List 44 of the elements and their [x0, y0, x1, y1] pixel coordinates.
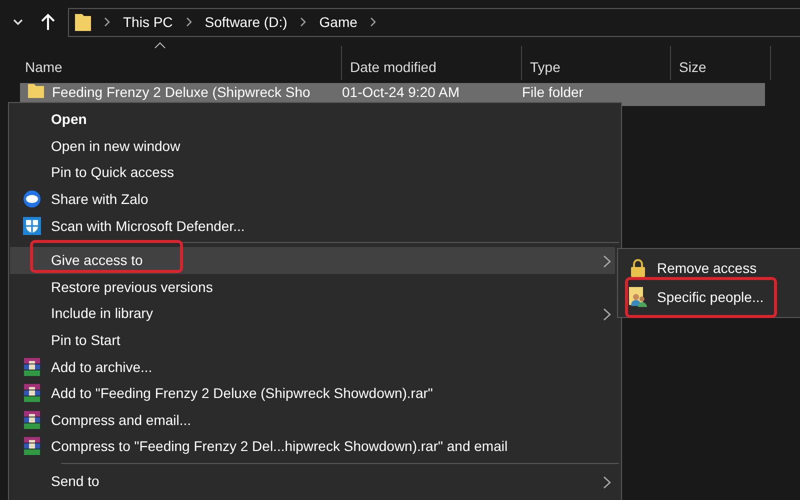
menu-item[interactable]: Include in library: [10, 300, 615, 327]
up-arrow-icon[interactable]: [40, 13, 56, 31]
menu-item[interactable]: Pin to Start: [10, 326, 615, 354]
menu-item[interactable]: Scan with Microsoft Defender...: [10, 212, 615, 239]
menu-item[interactable]: Compress and email...: [10, 406, 615, 434]
address-bar[interactable]: This PC Software (D:) Game: [68, 8, 800, 36]
breadcrumb[interactable]: Game: [319, 14, 358, 30]
books-icon: [23, 384, 41, 402]
menu-item[interactable]: Give access to: [10, 246, 615, 274]
books-icon: [23, 358, 41, 376]
menu-item[interactable]: Open in new window: [10, 132, 615, 160]
folder-icon: [75, 12, 91, 32]
folder-icon: [28, 84, 44, 98]
chevron-icon: [184, 16, 193, 28]
sort-caret-icon: [154, 42, 166, 49]
file-type: File folder: [522, 84, 584, 100]
chevron-icon: [299, 16, 308, 28]
menu-item[interactable]: Open: [10, 106, 615, 133]
people-icon: [629, 286, 647, 306]
chat-app-icon: [23, 190, 41, 208]
menu-item[interactable]: Compress to "Feeding Frenzy 2 Del...hipwreck Showdown).rar" and email: [10, 433, 615, 460]
date-modified: 01-Oct-24 9:20 AM: [342, 84, 461, 100]
menu-item[interactable]: Add to archive...: [10, 353, 615, 380]
breadcrumb[interactable]: This PC: [123, 14, 173, 30]
chevron-icon: [369, 16, 378, 28]
menu-item[interactable]: Specific people...: [618, 282, 800, 311]
menu-item[interactable]: Add to "Feeding Frenzy 2 Deluxe (Shipwreck Showdown).rar": [10, 380, 615, 407]
menu-item[interactable]: Share with Zalo: [10, 186, 615, 212]
column-header[interactable]: Name: [0, 46, 342, 80]
books-icon: [23, 437, 41, 456]
shield-icon: [23, 216, 41, 235]
dropdown-caret-icon[interactable]: [13, 18, 23, 26]
menu-item[interactable]: Pin to Quick access: [10, 159, 615, 186]
menu-item[interactable]: Restore previous versions: [10, 274, 615, 300]
column-header[interactable]: Size: [671, 46, 771, 80]
column-header[interactable]: Type: [522, 46, 671, 80]
lock-icon: [630, 258, 646, 276]
breadcrumb[interactable]: Software (D:): [204, 14, 288, 30]
file-name: Feeding Frenzy 2 Deluxe (Shipwreck Sho: [52, 84, 312, 100]
chevron-icon: [103, 16, 111, 28]
menu-item[interactable]: Send to: [10, 468, 615, 494]
column-header[interactable]: Date modified: [342, 46, 522, 80]
menu-item[interactable]: Remove access: [618, 253, 800, 282]
books-icon: [23, 410, 41, 429]
